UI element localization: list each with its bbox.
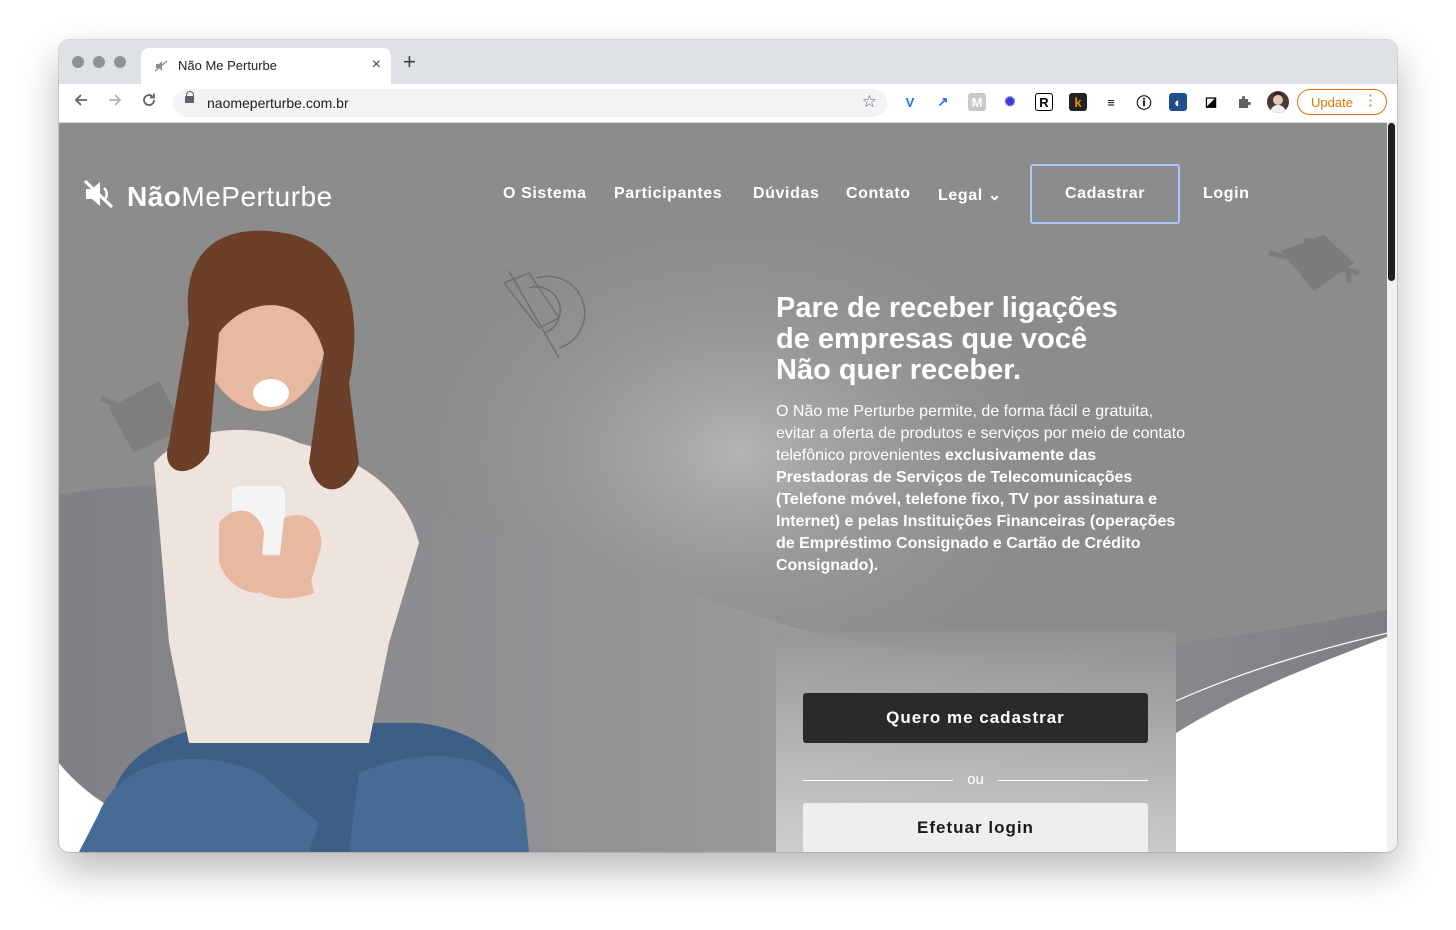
quero-me-cadastrar-button[interactable]: Quero me cadastrar — [803, 693, 1148, 743]
chevron-down-icon: ⌄ — [987, 187, 1002, 204]
nav-duvidas[interactable]: Dúvidas — [753, 185, 819, 203]
close-window-button[interactable] — [72, 56, 84, 68]
extension-r-icon[interactable]: R — [1035, 93, 1053, 111]
window-controls — [72, 56, 126, 68]
tab-active[interactable]: Não Me Perturbe × — [141, 48, 391, 84]
url-text[interactable]: naomeperturbe.com.br — [207, 95, 349, 111]
extension-circle-icon[interactable]: ◐ — [1169, 93, 1187, 111]
hero-description: O Não me Perturbe permite, de forma fáci… — [776, 403, 1186, 574]
extension-list-icon[interactable]: ≡ — [1102, 93, 1120, 111]
signup-card: Quero me cadastrar ou Efetuar login — [776, 631, 1176, 852]
nav-o-sistema[interactable]: O Sistema — [503, 185, 587, 203]
forward-icon[interactable] — [103, 91, 127, 114]
page-scrollbar[interactable] — [1387, 123, 1397, 852]
scrollbar-thumb[interactable] — [1388, 123, 1395, 281]
nav-contato[interactable]: Contato — [846, 185, 911, 203]
logo-wordmark: NãoMePerturbe — [127, 180, 333, 212]
tab-strip: Não Me Perturbe × + — [59, 40, 1397, 84]
profile-avatar[interactable] — [1267, 91, 1289, 113]
extension-sparkle-icon[interactable]: ✺ — [1001, 93, 1019, 111]
bookmark-star-icon[interactable]: ☆ — [862, 92, 877, 112]
browser-window: Não Me Perturbe × + naomeperturbe.com.br… — [59, 40, 1397, 852]
extension-m-icon[interactable]: M — [968, 93, 986, 111]
tab-title: Não Me Perturbe — [178, 58, 277, 73]
lock-icon — [185, 91, 194, 103]
tab-close-icon[interactable]: × — [372, 56, 381, 74]
extensions-puzzle-icon[interactable] — [1235, 93, 1253, 111]
update-label: Update — [1311, 95, 1353, 110]
kebab-menu-icon: ⋮ — [1363, 92, 1378, 109]
reload-icon[interactable] — [137, 91, 161, 114]
extension-k-icon[interactable]: k — [1069, 93, 1087, 111]
extension-info-icon[interactable]: ⓘ — [1135, 93, 1153, 112]
new-tab-button[interactable]: + — [403, 51, 416, 73]
site-favicon-icon — [154, 59, 168, 73]
login-link[interactable]: Login — [1203, 185, 1250, 203]
or-divider: ou — [803, 770, 1148, 790]
nav-participantes[interactable]: Participantes — [614, 185, 722, 203]
browser-toolbar: naomeperturbe.com.br ☆ V ↗ M ✺ R k ≡ ⓘ ◐… — [59, 84, 1397, 123]
extension-share-icon[interactable]: ↗ — [934, 93, 952, 111]
zoom-window-button[interactable] — [114, 56, 126, 68]
web-page: NãoMePerturbe O Sistema Participantes Dú… — [59, 123, 1397, 852]
cadastrar-button[interactable]: Cadastrar — [1030, 164, 1180, 224]
minimize-window-button[interactable] — [93, 56, 105, 68]
extension-send-icon[interactable]: ◪ — [1202, 93, 1220, 111]
site-logo[interactable]: NãoMePerturbe — [83, 179, 333, 214]
address-bar[interactable]: naomeperturbe.com.br ☆ — [173, 89, 887, 117]
hero-background — [59, 123, 1397, 852]
hero-headline: Pare de receber ligações de empresas que… — [776, 292, 1118, 386]
update-button[interactable]: Update ⋮ — [1297, 89, 1387, 115]
efetuar-login-button[interactable]: Efetuar login — [803, 803, 1148, 852]
nav-legal[interactable]: Legal ⌄ — [938, 185, 1002, 205]
extension-v-icon[interactable]: V — [901, 93, 919, 111]
back-icon[interactable] — [69, 91, 93, 114]
muted-speaker-icon — [83, 179, 115, 214]
